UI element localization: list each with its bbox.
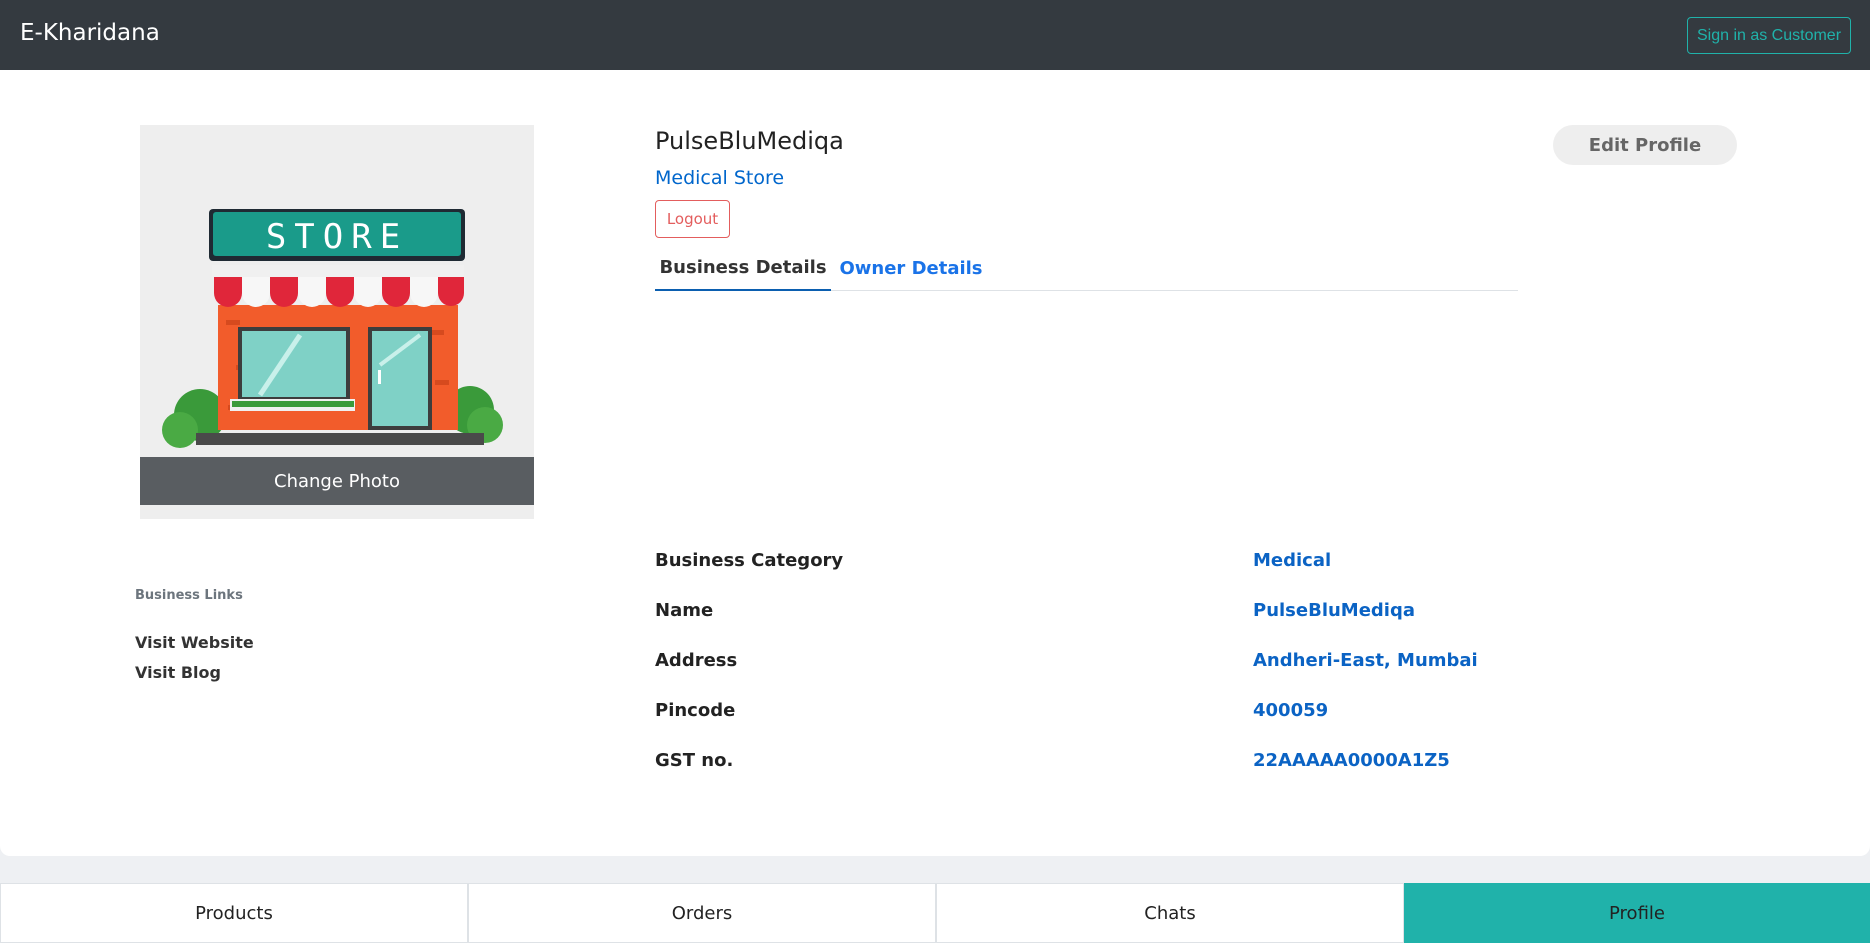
detail-value: Medical (1253, 550, 1332, 571)
brand-logo-text[interactable]: E-Kharidana (20, 20, 160, 46)
visit-blog-link[interactable]: Visit Blog (135, 663, 221, 682)
detail-value: 22AAAAA0000A1Z5 (1253, 750, 1450, 771)
detail-label: GST no. (655, 750, 734, 771)
detail-row: GST no. 22AAAAA0000A1Z5 (655, 750, 1555, 774)
top-navbar: E-Kharidana Sign in as Customer (0, 0, 1870, 70)
logout-button[interactable]: Logout (655, 200, 730, 238)
edit-profile-button[interactable]: Edit Profile (1553, 125, 1737, 165)
nav-profile-tab[interactable]: Profile (1404, 883, 1870, 943)
nav-products-tab[interactable]: Products (0, 883, 468, 943)
bottom-navigation: Products Orders Chats Profile (0, 883, 1870, 943)
detail-label: Address (655, 650, 738, 671)
detail-label: Name (655, 600, 714, 621)
visit-website-link[interactable]: Visit Website (135, 633, 254, 652)
tab-business-details[interactable]: Business Details (655, 246, 831, 291)
tab-owner-details[interactable]: Owner Details (831, 246, 991, 291)
detail-value: PulseBluMediqa (1253, 600, 1416, 621)
store-sign-text: STORE (266, 217, 408, 257)
nav-chats-tab[interactable]: Chats (936, 883, 1404, 943)
nav-orders-tab[interactable]: Orders (468, 883, 936, 943)
detail-label: Pincode (655, 700, 736, 721)
detail-row: Address Andheri-East, Mumbai (655, 650, 1555, 674)
profile-tabs: Business Details Owner Details (655, 246, 1518, 291)
sign-in-as-customer-button[interactable]: Sign in as Customer (1687, 17, 1851, 54)
detail-row: Pincode 400059 (655, 700, 1555, 724)
detail-value: 400059 (1253, 700, 1329, 721)
detail-row: Business Category Medical (655, 550, 1555, 574)
business-links-heading: Business Links (135, 588, 243, 603)
detail-value: Andheri-East, Mumbai (1253, 650, 1478, 671)
change-photo-button[interactable]: Change Photo (140, 457, 534, 505)
store-name: PulseBluMediqa (655, 127, 844, 155)
detail-label: Business Category (655, 550, 844, 571)
store-type: Medical Store (655, 167, 785, 189)
detail-row: Name PulseBluMediqa (655, 600, 1555, 624)
